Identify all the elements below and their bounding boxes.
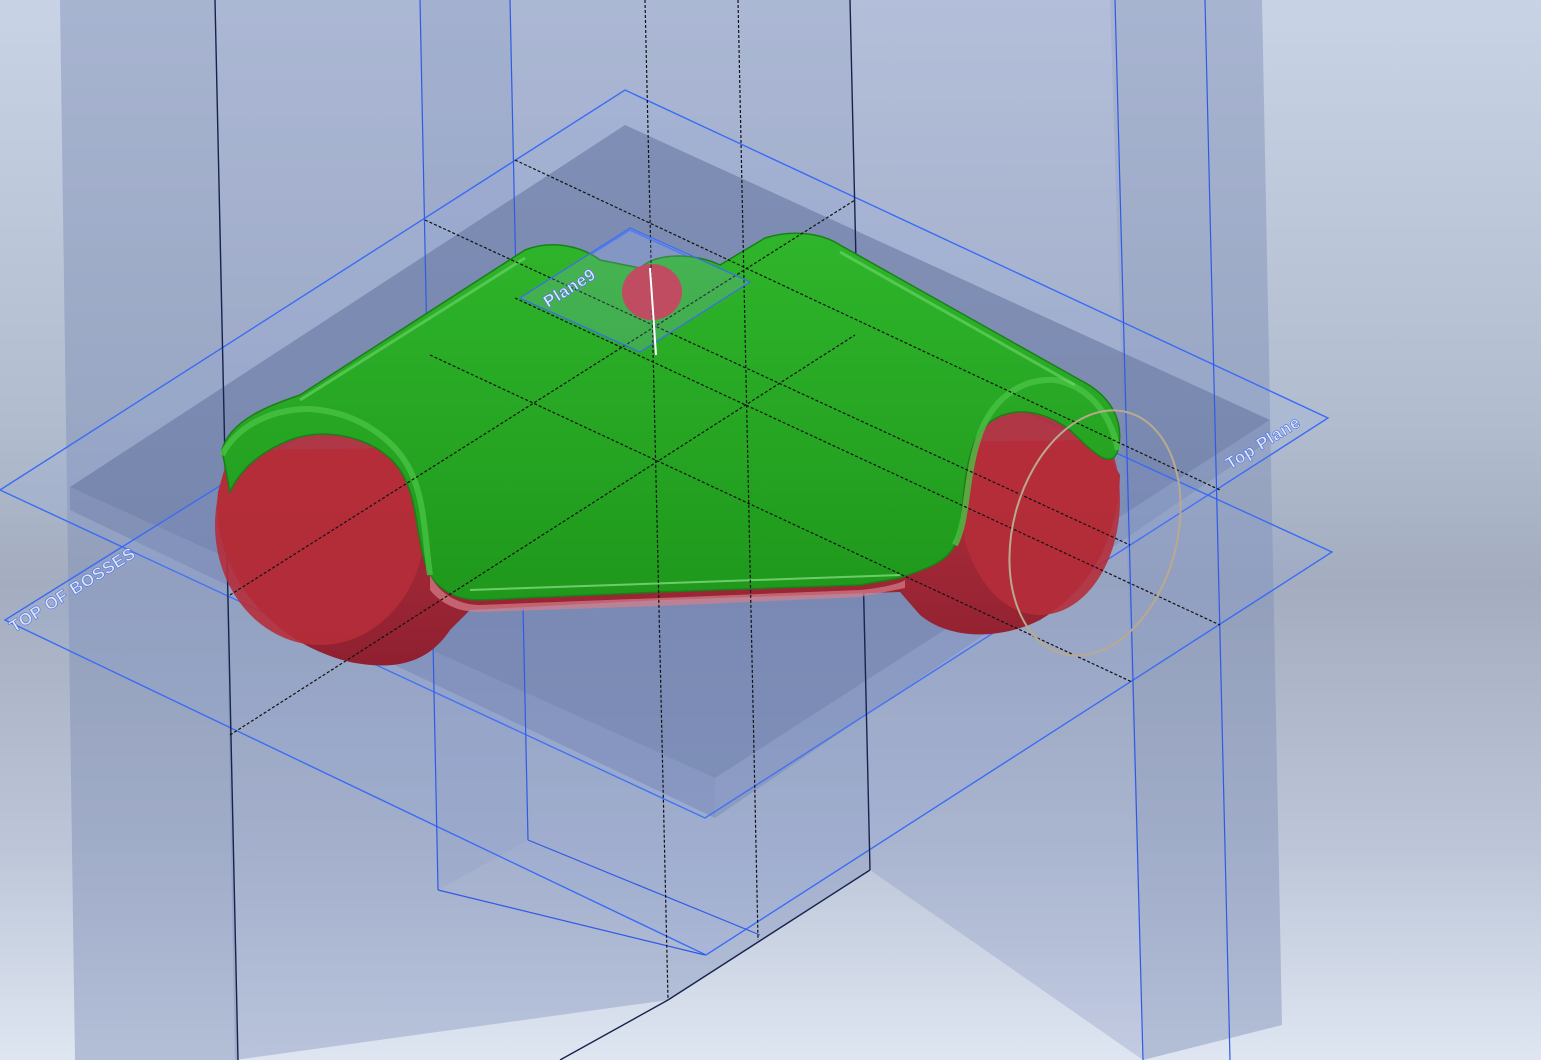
model-scene[interactable]: Top Plane TOP OF BOSSES Plane9 [0,0,1541,1060]
graphics-viewport[interactable]: Top Plane TOP OF BOSSES Plane9 [0,0,1541,1060]
